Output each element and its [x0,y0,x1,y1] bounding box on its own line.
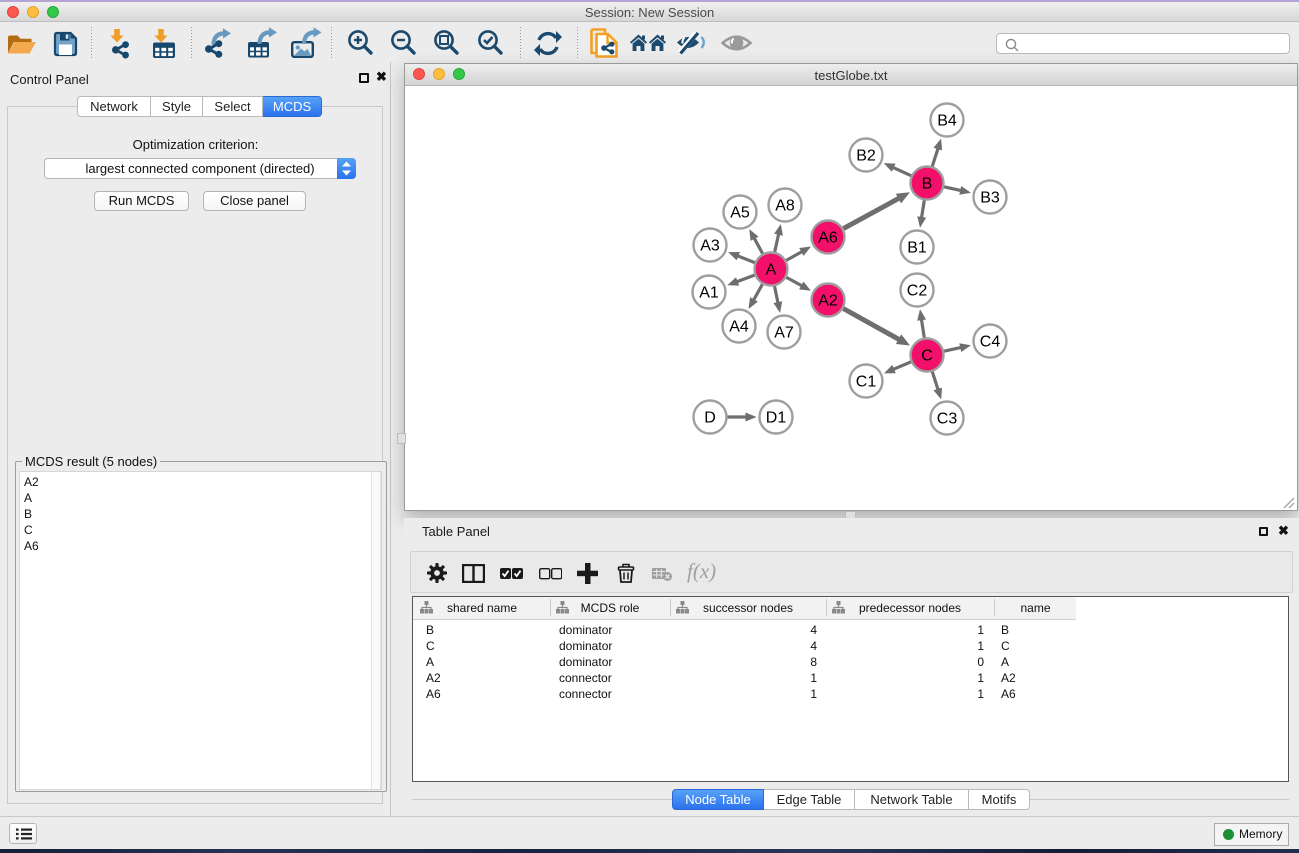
svg-text:B1: B1 [907,240,927,257]
svg-text:C1: C1 [856,374,877,391]
svg-text:A: A [766,262,777,279]
svg-text:A1: A1 [699,285,719,302]
svg-text:B4: B4 [937,113,957,130]
svg-text:C3: C3 [937,411,958,428]
svg-text:D: D [704,410,716,427]
svg-text:A2: A2 [818,293,838,310]
svg-text:B3: B3 [980,190,1000,207]
svg-text:A6: A6 [818,230,838,247]
svg-text:C2: C2 [907,283,928,300]
svg-text:A3: A3 [700,238,720,255]
svg-text:D1: D1 [766,410,787,427]
svg-text:A8: A8 [775,198,795,215]
svg-text:B: B [922,176,933,193]
svg-text:A5: A5 [730,205,750,222]
svg-text:C: C [921,348,933,365]
svg-text:A7: A7 [774,325,794,342]
svg-text:A4: A4 [729,319,749,336]
svg-text:B2: B2 [856,148,876,165]
svg-text:C4: C4 [980,334,1001,351]
